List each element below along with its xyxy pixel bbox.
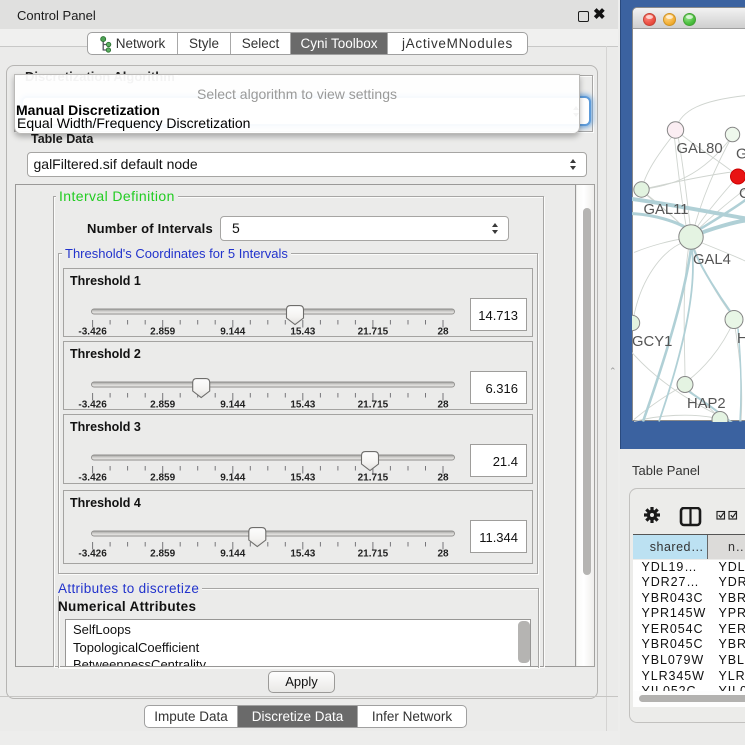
svg-text:15.43: 15.43 bbox=[290, 400, 315, 411]
svg-text:GAL11: GAL11 bbox=[644, 201, 689, 217]
svg-text:9.144: 9.144 bbox=[220, 473, 245, 484]
svg-text:21.715: 21.715 bbox=[358, 473, 389, 484]
svg-text:21.715: 21.715 bbox=[358, 549, 389, 560]
svg-text:HA: HA bbox=[737, 331, 745, 347]
svg-text:9.144: 9.144 bbox=[220, 327, 245, 338]
svg-text:2.859: 2.859 bbox=[150, 400, 175, 411]
svg-text:GCY1: GCY1 bbox=[632, 334, 672, 350]
svg-text:-3.426: -3.426 bbox=[78, 327, 107, 338]
svg-text:GAL80: GAL80 bbox=[677, 141, 723, 157]
svg-text:15.43: 15.43 bbox=[290, 549, 315, 560]
svg-text:2.859: 2.859 bbox=[150, 327, 175, 338]
svg-text:2.859: 2.859 bbox=[150, 549, 175, 560]
svg-text:-3.426: -3.426 bbox=[78, 473, 107, 484]
svg-text:21.715: 21.715 bbox=[358, 327, 389, 338]
svg-text:9.144: 9.144 bbox=[220, 400, 245, 411]
svg-text:C: C bbox=[739, 186, 745, 202]
svg-text:28: 28 bbox=[437, 400, 449, 411]
svg-text:15.43: 15.43 bbox=[290, 327, 315, 338]
svg-text:GAL4: GAL4 bbox=[693, 252, 731, 268]
svg-text:21.715: 21.715 bbox=[358, 400, 389, 411]
svg-text:-3.426: -3.426 bbox=[78, 549, 107, 560]
svg-text:28: 28 bbox=[437, 549, 449, 560]
svg-text:2.859: 2.859 bbox=[150, 473, 175, 484]
svg-text:HAP2: HAP2 bbox=[687, 396, 726, 412]
svg-text:28: 28 bbox=[437, 327, 449, 338]
svg-text:9.144: 9.144 bbox=[220, 549, 245, 560]
svg-text:28: 28 bbox=[437, 473, 449, 484]
svg-text:15.43: 15.43 bbox=[290, 473, 315, 484]
svg-text:-3.426: -3.426 bbox=[78, 400, 107, 411]
svg-text:GA: GA bbox=[736, 146, 745, 162]
